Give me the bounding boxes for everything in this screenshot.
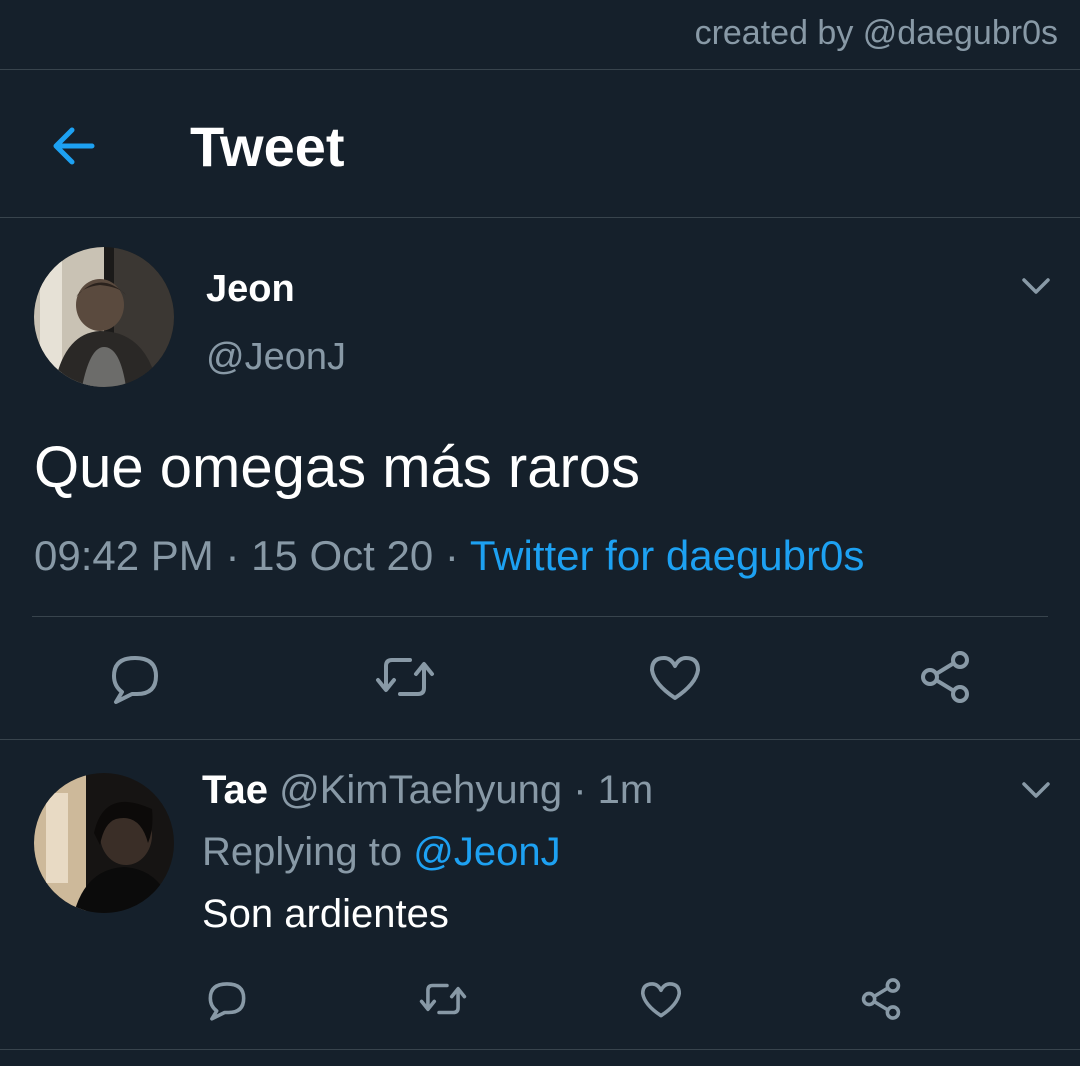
comment-icon xyxy=(208,982,246,1021)
page-title: Tweet xyxy=(190,115,345,178)
reply-author-avatar[interactable] xyxy=(34,773,174,913)
heart-icon xyxy=(650,656,700,700)
reply-menu-button[interactable] xyxy=(1016,770,1056,810)
replying-to-mention[interactable]: @JeonJ xyxy=(413,830,560,874)
like-button[interactable] xyxy=(646,648,704,706)
tweet-detail-screen: created by @daegubr0s Tweet Jeon @JeonJ … xyxy=(0,0,1080,1066)
retweet-icon xyxy=(376,658,434,696)
tweet-menu-button[interactable] xyxy=(1016,266,1056,306)
header-divider xyxy=(0,217,1080,218)
reply-share-button[interactable] xyxy=(858,976,904,1022)
reply-author-name[interactable]: Tae xyxy=(202,768,268,812)
tweet-time: 09:42 PM xyxy=(34,532,214,579)
meta-separator: · xyxy=(444,532,459,579)
replying-to: Replying to @JeonJ xyxy=(202,830,561,875)
tweet-date: 15 Oct 20 xyxy=(251,532,434,579)
meta-divider xyxy=(32,616,1048,617)
reply-text: Son ardientes xyxy=(202,892,449,936)
tweet-meta: 09:42 PM · 15 Oct 20 · Twitter for daegu… xyxy=(34,532,864,580)
share-icon xyxy=(861,978,901,1020)
retweet-icon xyxy=(419,983,467,1015)
reply-retweet-button[interactable] xyxy=(418,976,468,1022)
author-avatar[interactable] xyxy=(34,247,174,387)
tweet-source-link[interactable]: Twitter for daegubr0s xyxy=(470,532,865,579)
top-divider xyxy=(0,69,1080,70)
replying-prefix: Replying to xyxy=(202,830,403,874)
reply-separator: · xyxy=(573,768,587,812)
creator-credit: created by @daegubr0s xyxy=(694,14,1058,52)
avatar-photo xyxy=(34,247,174,387)
reply-button[interactable] xyxy=(106,648,164,706)
reply-reply-button[interactable] xyxy=(204,976,250,1022)
reply-like-button[interactable] xyxy=(638,976,684,1022)
section-divider xyxy=(0,739,1080,740)
meta-separator: · xyxy=(225,532,240,579)
author-handle[interactable]: @JeonJ xyxy=(206,336,346,379)
arrow-left-icon xyxy=(53,127,95,165)
reply-author-handle[interactable]: @KimTaehyung xyxy=(279,768,562,812)
tweet-text: Que omegas más raros xyxy=(34,435,641,500)
chevron-down-icon xyxy=(1022,782,1050,798)
avatar-photo xyxy=(34,773,174,913)
author-name[interactable]: Jeon xyxy=(206,268,295,311)
share-icon xyxy=(921,651,969,703)
comment-icon xyxy=(112,656,158,704)
share-button[interactable] xyxy=(916,648,974,706)
chevron-down-icon xyxy=(1022,278,1050,294)
back-button[interactable] xyxy=(44,118,104,174)
bottom-divider xyxy=(0,1049,1080,1050)
retweet-button[interactable] xyxy=(374,648,436,706)
reply-header: Tae @KimTaehyung · 1m xyxy=(202,768,653,813)
reply-age: 1m xyxy=(597,768,654,812)
heart-icon xyxy=(640,982,682,1018)
